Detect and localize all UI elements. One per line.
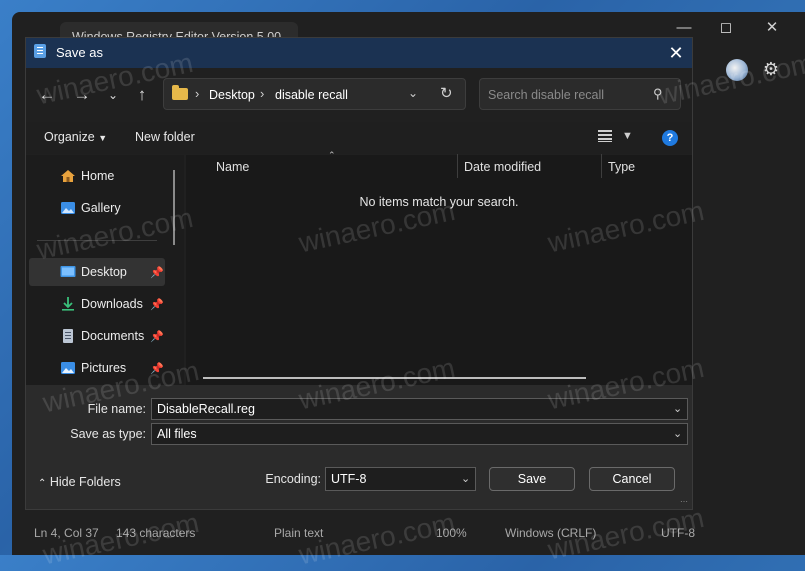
maximize-icon[interactable]: ◻: [706, 14, 746, 42]
view-dropdown-icon[interactable]: ▼: [622, 130, 633, 142]
folder-icon: [172, 85, 188, 100]
file-name-value: DisableRecall.reg: [157, 402, 255, 416]
file-list: [186, 155, 692, 385]
search-placeholder: Search disable recall: [488, 88, 605, 102]
close-icon[interactable]: ✕: [662, 40, 690, 66]
breadcrumb-chevron-icon[interactable]: ›: [195, 86, 199, 101]
save-type-value: All files: [157, 427, 197, 441]
gallery-icon: [60, 201, 76, 215]
download-icon: [60, 297, 76, 311]
caret-down-icon: ▼: [98, 133, 108, 143]
pin-icon[interactable]: 📌: [150, 298, 164, 311]
document-icon: [60, 329, 76, 343]
column-header-name[interactable]: Name: [216, 160, 249, 174]
sidebar-item-label: Home: [81, 169, 115, 183]
chevron-down-icon[interactable]: ⌄: [673, 427, 682, 440]
chevron-down-icon[interactable]: ⌄: [461, 472, 470, 485]
desktop-icon: [60, 265, 76, 279]
pin-icon[interactable]: 📌: [150, 266, 164, 279]
encoding-label: Encoding:: [265, 472, 321, 486]
breadcrumb-chevron-icon[interactable]: ›: [260, 86, 264, 101]
encoding-value: UTF-8: [331, 472, 367, 486]
chevron-down-icon[interactable]: ⌄: [673, 402, 682, 415]
pictures-icon: [60, 361, 76, 375]
new-folder-button[interactable]: New folder: [135, 130, 195, 144]
notepad-icon: [34, 44, 46, 58]
sidebar-item-label: Documents: [81, 329, 145, 343]
dialog-title: Save as: [56, 45, 103, 60]
refresh-icon[interactable]: ↻: [440, 84, 453, 102]
sidebar-item-label: Gallery: [81, 201, 121, 215]
breadcrumb-disable-recall[interactable]: disable recall: [275, 88, 348, 102]
column-separator[interactable]: [601, 154, 602, 178]
hide-folders-button[interactable]: ⌃ Hide Folders: [38, 475, 121, 489]
pin-icon[interactable]: 📌: [150, 330, 164, 343]
sort-ascending-icon: ⌃: [328, 150, 336, 160]
address-dropdown-icon[interactable]: ⌄: [408, 86, 418, 100]
chevron-up-icon: ⌃: [38, 478, 47, 489]
breadcrumb-desktop[interactable]: Desktop: [209, 88, 255, 102]
save-type-select[interactable]: [151, 423, 688, 445]
column-header-type[interactable]: Type: [608, 160, 635, 174]
organize-button[interactable]: Organize ▼: [44, 130, 107, 144]
home-icon: [60, 169, 76, 183]
view-options-icon[interactable]: [598, 130, 612, 142]
help-icon[interactable]: ?: [662, 130, 678, 146]
save-button[interactable]: Save: [489, 467, 575, 491]
close-window-icon[interactable]: ✕: [752, 14, 792, 42]
column-header-date-modified[interactable]: Date modified: [464, 160, 541, 174]
sidebar-item-label: Downloads: [81, 297, 143, 311]
cancel-button[interactable]: Cancel: [589, 467, 675, 491]
column-separator[interactable]: [457, 154, 458, 178]
save-type-label: Save as type:: [70, 427, 146, 441]
sidebar-item-label: Desktop: [81, 265, 127, 279]
command-bar: [26, 122, 692, 154]
